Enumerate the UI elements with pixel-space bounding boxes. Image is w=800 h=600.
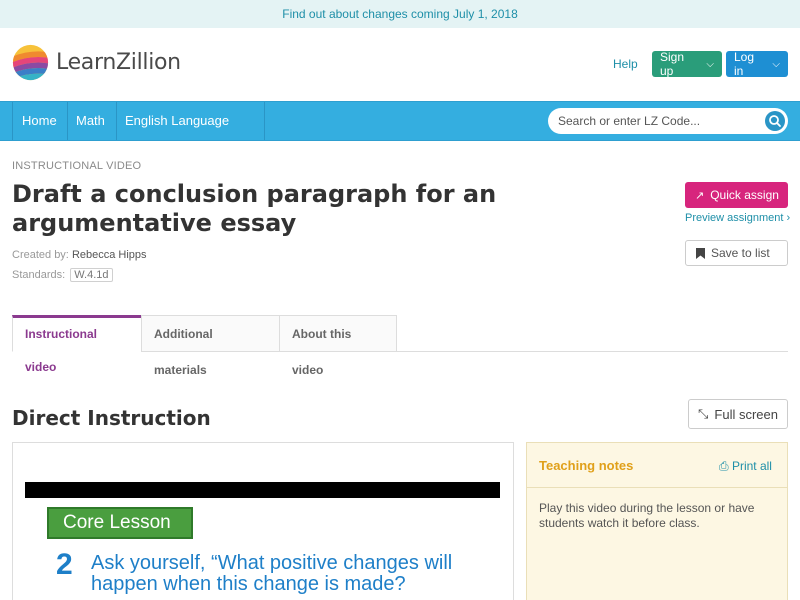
created-by-label: Created by: — [12, 249, 69, 261]
printer-icon: ⎙ — [719, 459, 729, 473]
announcement-banner[interactable]: Find out about changes coming July 1, 20… — [0, 0, 800, 28]
core-lesson-badge: Core Lesson — [47, 507, 193, 539]
author-link[interactable]: Rebecca Hipps — [72, 249, 147, 261]
page-title: Draft a conclusion paragraph for an argu… — [12, 180, 497, 237]
tab-about-this-video[interactable]: About this video — [279, 315, 397, 377]
chevron-down-icon: ⌵ — [772, 58, 780, 70]
nav-item-english-language-arts[interactable]: English Language Arts — [116, 102, 265, 166]
chevron-down-icon: ⌵ — [706, 58, 714, 70]
bookmark-icon — [696, 247, 705, 259]
teaching-notes-body: Play this video during the lesson or hav… — [539, 501, 755, 530]
standards: Standards: W.4.1d — [12, 268, 113, 282]
quick-assign-button[interactable]: ↗ Quick assign — [685, 182, 788, 208]
full-screen-button[interactable]: ⤡ Full screen — [688, 399, 788, 429]
preview-assignment-link[interactable]: Preview assignment › — [685, 212, 790, 224]
log-in-button[interactable]: Log in ⌵ — [726, 50, 788, 78]
full-screen-label: Full screen — [714, 406, 778, 422]
brand-logo[interactable]: LearnZillion — [12, 44, 181, 81]
video-frame: Core Lesson 2 Ask yourself, “What positi… — [25, 498, 500, 600]
tab-instructional-video[interactable]: Instructional video — [12, 315, 142, 374]
teaching-notes-panel: Teaching notes ⎙ Print all Play this vid… — [526, 442, 788, 600]
tab-additional-materials[interactable]: Additional materials — [141, 315, 280, 377]
log-in-label: Log in — [734, 50, 755, 78]
slide-question: Ask yourself, “What positive changes wil… — [91, 552, 453, 595]
help-link[interactable]: Help — [613, 57, 638, 71]
video-player[interactable]: Core Lesson 2 Ask yourself, “What positi… — [12, 442, 514, 600]
main-nav: Home Math English Language Arts Search o… — [0, 101, 800, 166]
top-header: LearnZillion Help Sign up ⌵ Log in ⌵ — [0, 28, 800, 101]
search-icon — [769, 115, 781, 127]
teaching-notes-title: Teaching notes — [539, 458, 634, 473]
share-icon: ↗ — [695, 189, 705, 202]
section-title: Direct Instruction — [12, 406, 211, 430]
save-to-list-label: Save to list — [711, 246, 770, 260]
nav-item-math[interactable]: Math — [67, 102, 117, 140]
content-tabs: Instructional video Additional materials… — [12, 315, 788, 377]
search-placeholder: Search or enter LZ Code... — [558, 114, 701, 128]
sign-up-button[interactable]: Sign up ⌵ — [652, 50, 722, 78]
search-button[interactable] — [765, 111, 785, 131]
lesson-type-label: INSTRUCTIONAL VIDEO — [12, 160, 142, 172]
print-all-link[interactable]: ⎙ Print all — [719, 459, 772, 474]
quick-assign-label: Quick assign — [710, 188, 779, 202]
expand-icon: ⤡ — [698, 406, 709, 421]
video-letterbox — [25, 482, 500, 498]
brand-name: LearnZillion — [56, 50, 181, 75]
search-input[interactable]: Search or enter LZ Code... — [548, 108, 788, 134]
learnzillion-logo-icon — [12, 44, 49, 81]
save-to-list-button[interactable]: Save to list — [685, 240, 788, 266]
sign-up-label: Sign up — [660, 50, 685, 78]
print-all-label: Print all — [731, 459, 772, 473]
standards-label: Standards: — [12, 269, 66, 281]
divider — [527, 487, 787, 488]
nav-item-home[interactable]: Home — [12, 102, 68, 140]
created-by: Created by: Rebecca Hipps — [12, 249, 147, 261]
step-number: 2 — [56, 548, 73, 581]
standard-tag[interactable]: W.4.1d — [70, 268, 113, 282]
